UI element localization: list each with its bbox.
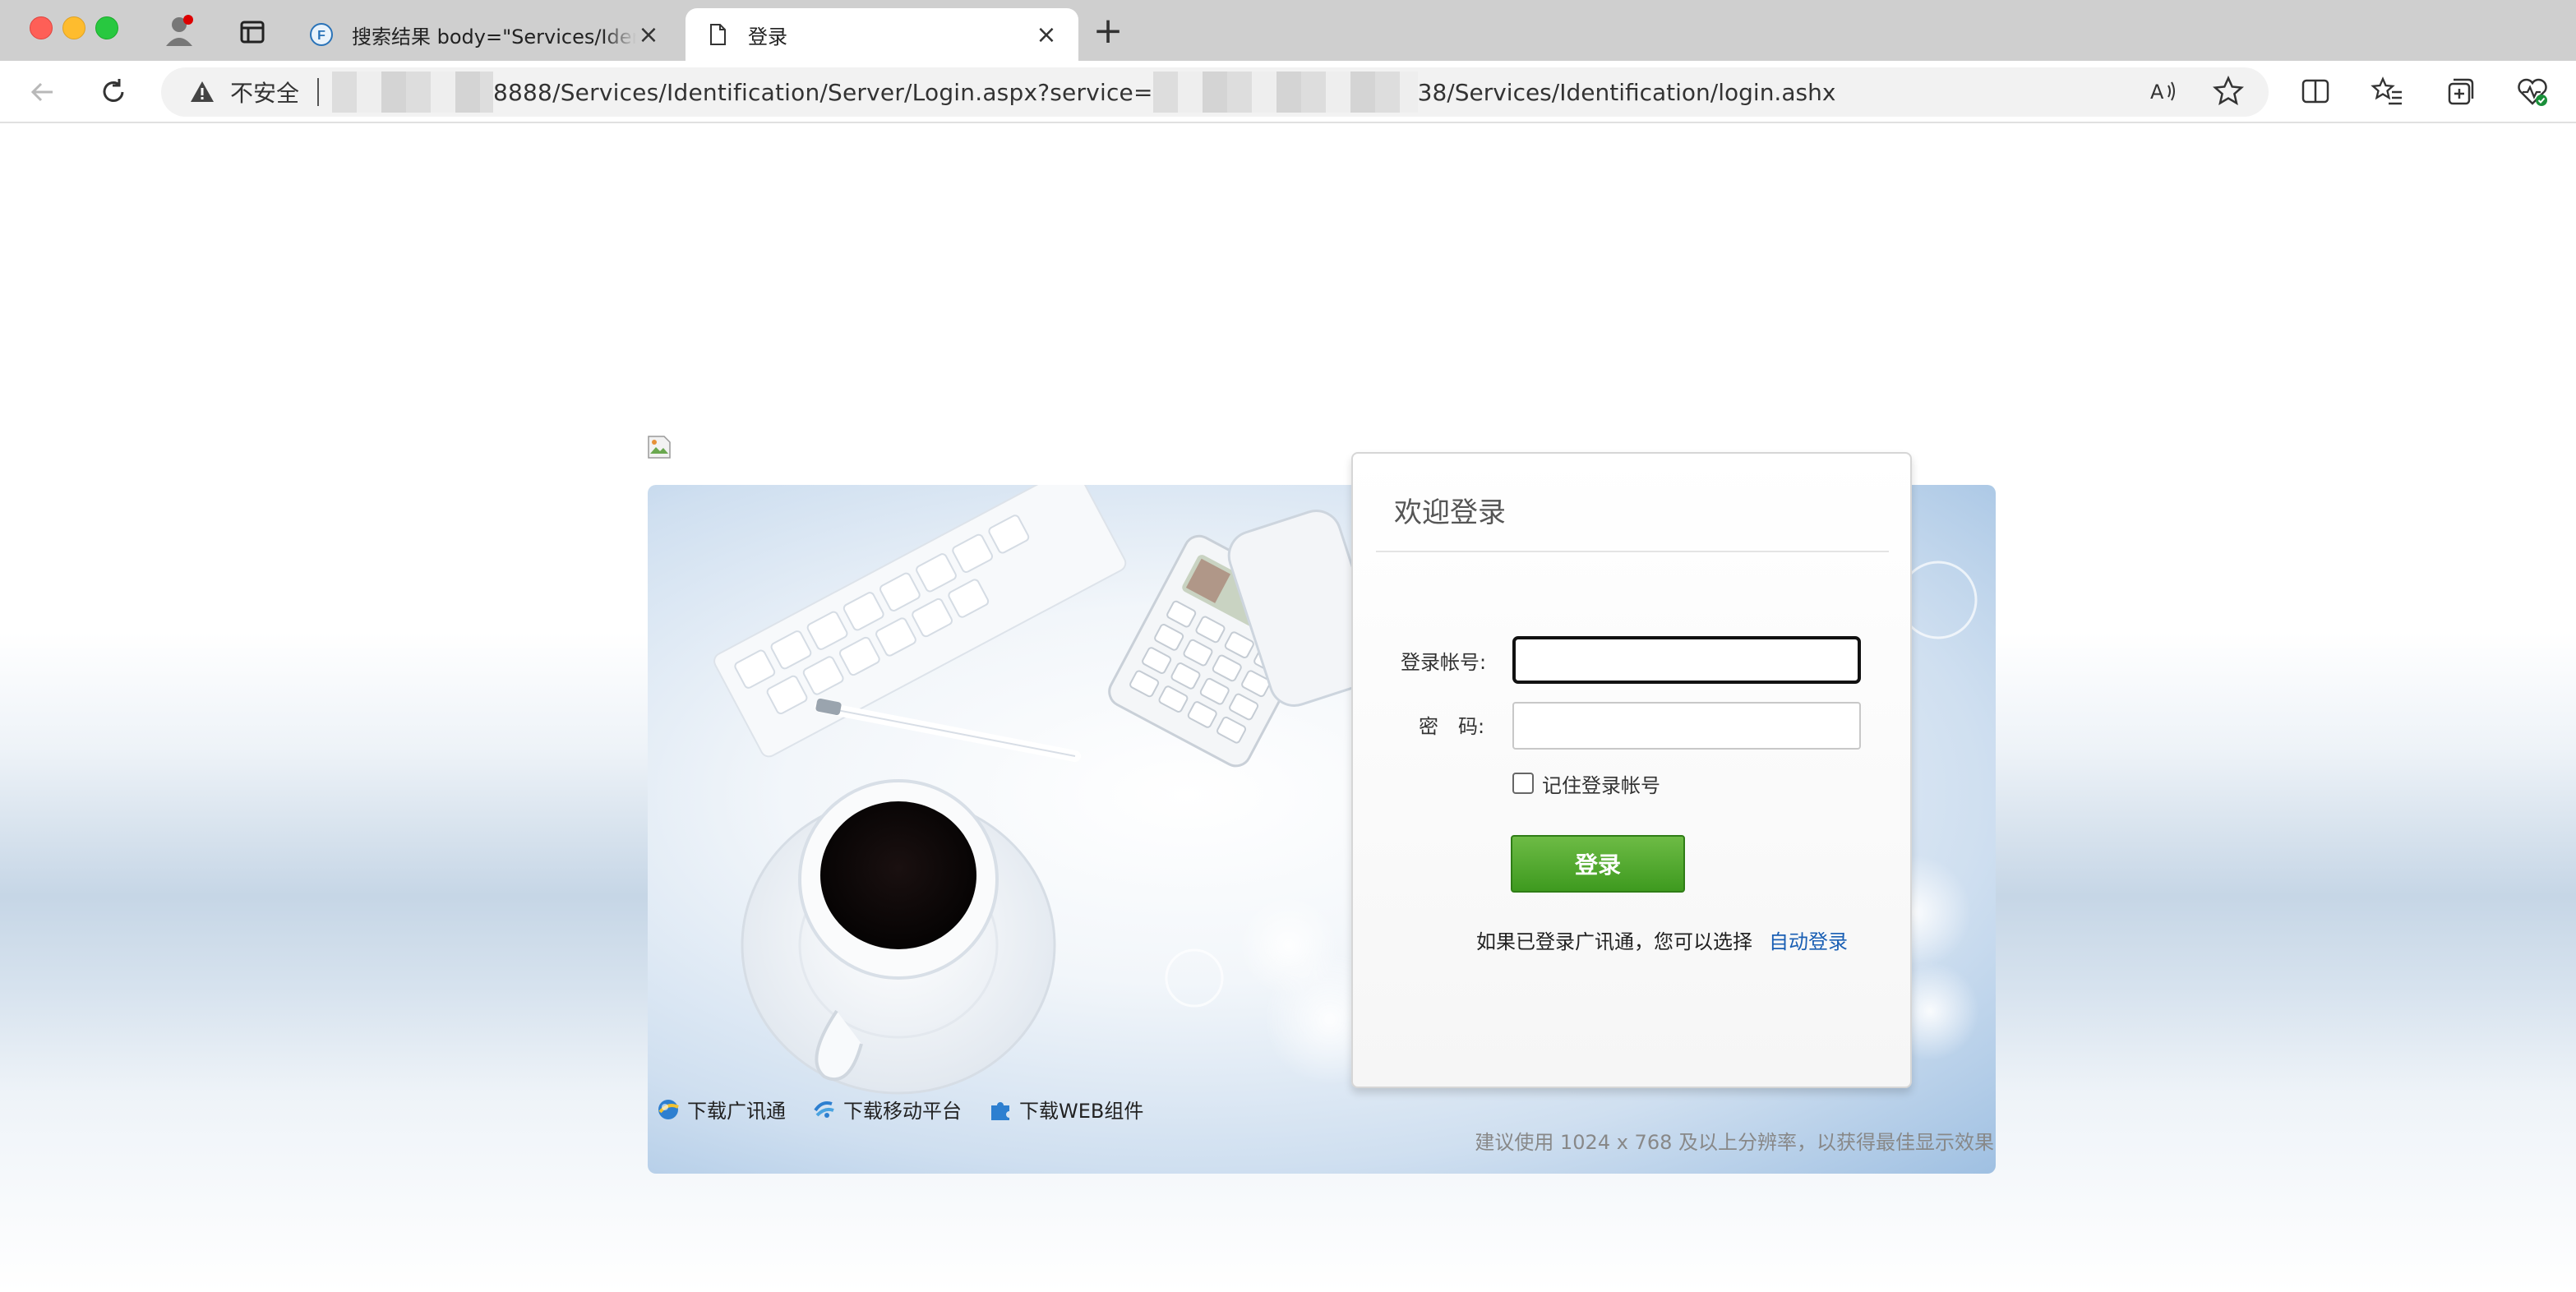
download-web-link[interactable]: 下载WEB组件 (988, 1095, 1143, 1124)
download-web-label: 下载WEB组件 (1019, 1100, 1144, 1123)
redacted-host (332, 72, 494, 113)
svg-text:F: F (317, 29, 325, 43)
resolution-hint: 建议使用 1024 x 768 及以上分辨率，以获得最佳显示效果 (1475, 1131, 1994, 1154)
favorites-list-icon[interactable] (2371, 74, 2405, 108)
remember-account-checkbox[interactable] (1512, 773, 1534, 794)
close-tab-icon[interactable]: × (1034, 21, 1059, 49)
split-screen-icon[interactable] (2298, 74, 2333, 108)
login-button[interactable]: 登录 (1511, 835, 1685, 893)
auto-login-hint: 如果已登录广讯通，您可以选择 (1476, 930, 1752, 953)
download-mobile-link[interactable]: 下载移动平台 (812, 1095, 962, 1124)
reload-icon[interactable] (95, 74, 132, 110)
tab-search-results[interactable]: F 搜索结果 body="Services/Identification/Ser… (289, 8, 681, 61)
download-mobile-label: 下载移动平台 (843, 1100, 962, 1123)
page-icon (710, 24, 726, 45)
tab-title: 搜索结果 body="Services/Identification/Serve… (352, 25, 636, 48)
password-input[interactable] (1512, 702, 1861, 750)
remember-account-label[interactable]: 记住登录帐号 (1542, 769, 1660, 798)
download-gxt-link[interactable]: 下载广讯通 (656, 1095, 786, 1124)
broken-image-icon (648, 436, 671, 459)
browser-tab-bar: F 搜索结果 body="Services/Identification/Ser… (0, 0, 2576, 61)
download-gxt-label: 下载广讯通 (687, 1100, 786, 1123)
insecure-label: 不安全 (230, 80, 300, 107)
url-text-part1: 8888/Services/Identification/Server/Logi… (493, 78, 1153, 106)
browser-essentials-icon[interactable] (2515, 74, 2550, 108)
browser-toolbar: 不安全 8888/Services/Identification/Server/… (0, 61, 2576, 123)
panel-divider (1376, 551, 1889, 552)
address-bar[interactable]: 不安全 8888/Services/Identification/Server/… (161, 67, 2269, 117)
new-tab-button[interactable]: + (1090, 10, 1126, 53)
close-tab-icon[interactable]: × (636, 21, 661, 49)
keyboard (713, 485, 1127, 758)
url-text-part2: 38/Services/Identification/login.ashx (1417, 78, 1836, 106)
back-arrow-icon[interactable] (25, 74, 61, 110)
mobile-platform-icon (814, 1101, 834, 1118)
warning-icon (191, 81, 214, 102)
tab-actions-icon[interactable] (238, 18, 266, 46)
profile-icon[interactable] (163, 13, 196, 49)
auto-login-link[interactable]: 自动登录 (1769, 925, 1848, 954)
redacted-host (1152, 72, 1418, 113)
close-window-button[interactable] (30, 16, 53, 39)
login-page: 欢迎登录 登录帐号: 密 码: 记住登录帐号 登录 如果已登录广讯通，您可以选择… (0, 123, 2576, 1292)
account-label: 登录帐号: (1401, 651, 1487, 674)
tab-login[interactable]: 登录 × (686, 8, 1078, 61)
coffee (820, 801, 976, 949)
login-title: 欢迎登录 (1394, 496, 1506, 529)
fofa-icon: F (310, 23, 333, 46)
puzzle-icon (991, 1101, 1009, 1120)
address-divider (317, 78, 320, 106)
minimize-window-button[interactable] (62, 16, 85, 39)
svg-text:A: A (2150, 81, 2164, 104)
account-input[interactable] (1512, 636, 1861, 684)
favorite-star-icon[interactable] (2211, 74, 2246, 108)
collections-icon[interactable] (2443, 74, 2477, 108)
tab-title: 登录 (748, 25, 787, 48)
read-aloud-icon[interactable]: A (2145, 74, 2180, 108)
password-label: 密 码: (1419, 715, 1485, 738)
gxt-globe-icon (658, 1099, 679, 1119)
login-panel: 欢迎登录 登录帐号: 密 码: 记住登录帐号 登录 如果已登录广讯通，您可以选择… (1351, 452, 1912, 1088)
maximize-window-button[interactable] (95, 16, 118, 39)
